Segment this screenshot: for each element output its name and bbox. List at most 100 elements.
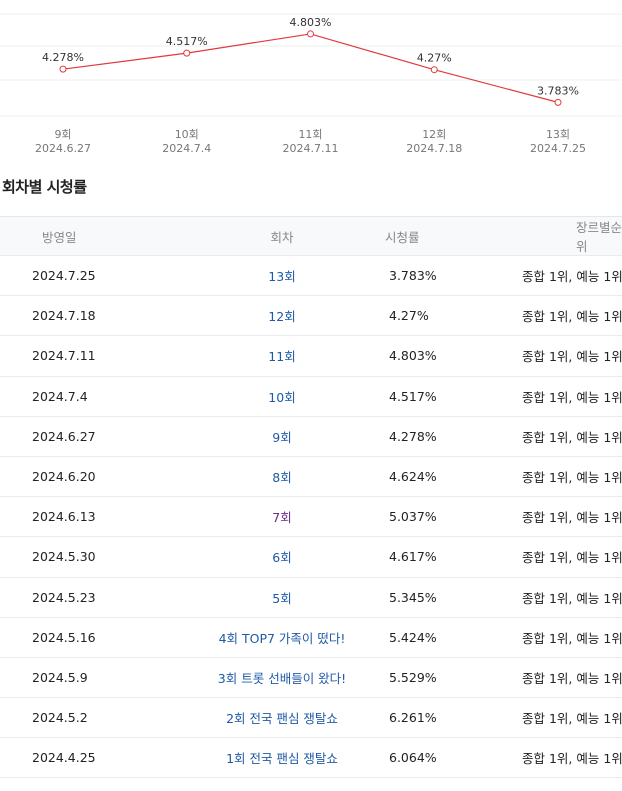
- table-row: 2024.7.25 13회 3.783% 종합 1위, 예능 1위: [0, 255, 622, 296]
- episode-link[interactable]: 7회: [272, 510, 291, 525]
- table-row: 2024.5.16 4회 TOP7 가족이 떴다! 5.424% 종합 1위, 예능 …: [0, 617, 622, 657]
- table-row: 2024.7.4 10회 4.517% 종합 1위, 예능 1위: [0, 376, 622, 416]
- cell-date: 2024.5.2: [32, 710, 88, 726]
- cell-rank: 종합 1위, 예능 1위: [522, 349, 622, 365]
- cell-episode: 5회: [192, 577, 372, 617]
- cell-rating: 6.064%: [389, 750, 437, 766]
- cell-rank: 종합 1위, 예능 1위: [522, 670, 622, 686]
- data-point: [183, 49, 191, 57]
- cell-episode: 1회 전국 팬심 쟁탈쇼: [192, 738, 372, 778]
- cell-rating: 5.424%: [389, 629, 437, 645]
- header-date: 방영일: [42, 229, 77, 245]
- cell-rank: 종합 1위, 예능 1위: [522, 550, 622, 566]
- table-row: 2024.5.30 6회 4.617% 종합 1위, 예능 1위: [0, 536, 622, 577]
- x-tick-label: 9회: [54, 128, 71, 141]
- cell-episode: 2회 전국 팬심 쟁탈쇼: [192, 698, 372, 738]
- cell-episode: 3회 트롯 선배들이 왔다!: [192, 657, 372, 697]
- cell-date: 2024.7.25: [32, 268, 96, 284]
- episode-link[interactable]: 11회: [268, 349, 295, 364]
- table-row: 2024.4.25 1회 전국 팬심 쟁탈쇼 6.064% 종합 1위, 예능 1위: [0, 737, 622, 778]
- x-tick-label: 11회: [298, 128, 322, 141]
- cell-rank: 종합 1위, 예능 1위: [522, 510, 622, 526]
- episode-link[interactable]: 5회: [272, 591, 291, 606]
- cell-date: 2024.4.25: [32, 750, 96, 766]
- episode-link[interactable]: 8회: [272, 470, 291, 485]
- table-row: 2024.6.13 7회 5.037% 종합 1위, 예능 1위: [0, 496, 622, 537]
- cell-episode: 9회: [192, 416, 372, 456]
- cell-rating: 4.517%: [389, 388, 437, 404]
- x-tick-date: 2024.7.11: [283, 142, 339, 155]
- episode-link[interactable]: 6회: [272, 550, 291, 565]
- header-rank: 장르별순위: [576, 220, 622, 254]
- data-label: 4.803%: [290, 16, 332, 29]
- episode-link[interactable]: 2회 전국 팬심 쟁탈쇼: [226, 711, 338, 726]
- x-tick-label: 13회: [546, 128, 570, 141]
- episode-link[interactable]: 10회: [268, 390, 295, 405]
- x-tick-date: 2024.6.27: [35, 142, 91, 155]
- cell-rating: 5.037%: [389, 509, 437, 525]
- cell-date: 2024.6.13: [32, 509, 96, 525]
- cell-rating: 5.529%: [389, 669, 437, 685]
- cell-rating: 4.803%: [389, 348, 437, 364]
- data-point: [430, 66, 438, 74]
- table-row: 2024.6.27 9회 4.278% 종합 1위, 예능 1위: [0, 416, 622, 456]
- cell-rating: 5.345%: [389, 589, 437, 605]
- episode-link[interactable]: 3회 트롯 선배들이 왔다!: [218, 671, 346, 686]
- cell-episode: 8회: [192, 456, 372, 496]
- x-tick-label: 12회: [422, 128, 446, 141]
- data-point: [554, 98, 562, 106]
- cell-rating: 4.27%: [389, 308, 429, 324]
- cell-rating: 4.617%: [389, 549, 437, 565]
- section-title: 회차별 시청률: [2, 178, 87, 196]
- cell-rank: 종합 1위, 예능 1위: [522, 309, 622, 325]
- cell-rank: 종합 1위, 예능 1위: [522, 630, 622, 646]
- x-tick-date: 2024.7.18: [406, 142, 462, 155]
- header-rating: 시청률: [385, 229, 420, 245]
- chart-points: [59, 30, 562, 106]
- table-row: 2024.7.18 12회 4.27% 종합 1위, 예능 1위: [0, 295, 622, 336]
- ratings-line-chart: 4.278% 4.517% 4.803% 4.27% 3.783% 9회2024.6.2…: [0, 13, 622, 155]
- data-label: 4.27%: [417, 52, 452, 65]
- cell-date: 2024.5.30: [32, 549, 96, 565]
- cell-rating: 3.783%: [389, 268, 437, 284]
- x-tick-date: 2024.7.4: [162, 142, 211, 155]
- cell-date: 2024.5.23: [32, 589, 96, 605]
- cell-date: 2024.6.27: [32, 428, 96, 444]
- cell-rating: 6.261%: [389, 710, 437, 726]
- cell-episode: 10회: [192, 376, 372, 416]
- cell-episode: 13회: [192, 256, 372, 296]
- cell-date: 2024.5.16: [32, 629, 96, 645]
- cell-rating: 4.278%: [389, 428, 437, 444]
- cell-rank: 종합 1위, 예능 1위: [522, 590, 622, 606]
- data-point: [59, 65, 67, 73]
- cell-date: 2024.7.11: [32, 348, 96, 364]
- table-row: 2024.6.20 8회 4.624% 종합 1위, 예능 1위: [0, 456, 622, 496]
- chart-x-axis: 9회2024.6.27 10회2024.7.4 11회2024.7.11 12회202…: [35, 128, 586, 155]
- cell-rank: 종합 1위, 예능 1위: [522, 429, 622, 445]
- data-label: 4.278%: [42, 51, 84, 64]
- cell-date: 2024.7.18: [32, 308, 96, 324]
- table-row: 2024.5.9 3회 트롯 선배들이 왔다! 5.529% 종합 1위, 예능 1위: [0, 657, 622, 697]
- episode-link[interactable]: 1회 전국 팬심 쟁탈쇼: [226, 751, 338, 766]
- cell-episode: 4회 TOP7 가족이 떴다!: [192, 617, 372, 657]
- cell-rank: 종합 1위, 예능 1위: [522, 470, 622, 486]
- ratings-table: 방영일 회차 시청률 장르별순위 2024.7.25 13회 3.783% 종합 1위…: [0, 216, 622, 778]
- data-label: 4.517%: [166, 35, 208, 48]
- cell-date: 2024.5.9: [32, 669, 88, 685]
- episode-link[interactable]: 12회: [268, 309, 295, 324]
- cell-episode: 12회: [192, 296, 372, 336]
- chart-series: [62, 33, 559, 103]
- cell-rank: 종합 1위, 예능 1위: [522, 751, 622, 767]
- episode-link[interactable]: 9회: [272, 430, 291, 445]
- series-line: [62, 33, 559, 103]
- table-row: 2024.7.11 11회 4.803% 종합 1위, 예능 1위: [0, 335, 622, 376]
- episode-link[interactable]: 13회: [268, 269, 295, 284]
- cell-rank: 종합 1위, 예능 1위: [522, 389, 622, 405]
- cell-episode: 11회: [192, 336, 372, 376]
- x-tick-label: 10회: [175, 128, 199, 141]
- table-row: 2024.5.2 2회 전국 팬심 쟁탈쇼 6.261% 종합 1위, 예능 1위: [0, 697, 622, 738]
- cell-rating: 4.624%: [389, 469, 437, 485]
- episode-link[interactable]: 4회 TOP7 가족이 떴다!: [219, 631, 346, 646]
- cell-episode: 6회: [192, 537, 372, 577]
- data-label: 3.783%: [537, 84, 579, 97]
